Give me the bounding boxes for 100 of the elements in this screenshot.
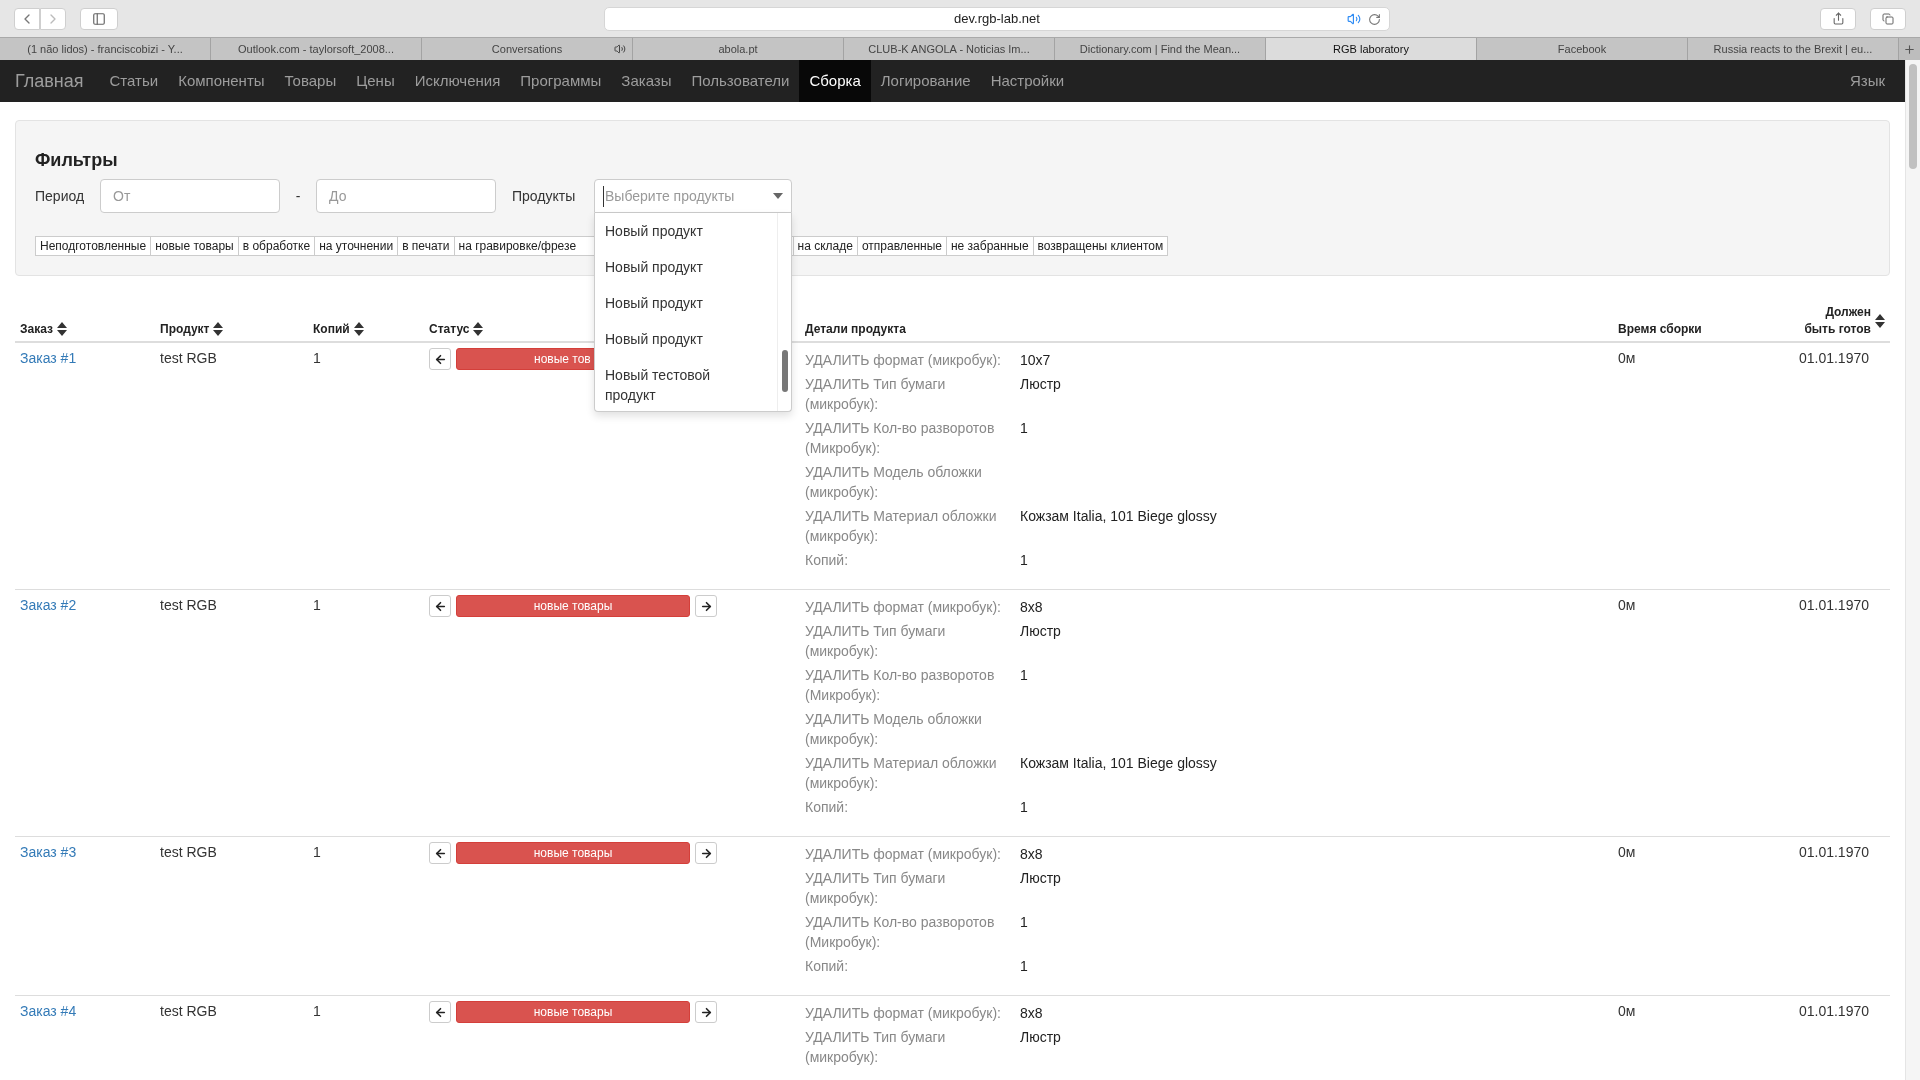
nav-item[interactable]: Товары [274, 60, 347, 102]
detail-label: УДАЛИТЬ формат (микробук): [805, 351, 1002, 370]
browser-tab[interactable]: (1 não lidos) - franciscobizi - Y... [0, 38, 211, 60]
nav-item[interactable]: Программы [510, 60, 612, 102]
detail-value: Люстр [1020, 1028, 1061, 1047]
status-filter-tag[interactable]: отправленные [856, 236, 947, 256]
product-name: test RGB [160, 844, 217, 860]
sort-icon[interactable] [473, 322, 484, 336]
nav-item[interactable]: Сборка [799, 60, 871, 102]
due-date: 01.01.1970 [1798, 350, 1870, 366]
build-time: 0м [1618, 844, 1636, 860]
product-name: test RGB [160, 350, 217, 366]
product-name: test RGB [160, 1003, 217, 1019]
browser-tab[interactable]: Facebook [1477, 38, 1688, 60]
detail-label: УДАЛИТЬ Материал обложки (микробук): [805, 754, 998, 793]
status-button[interactable]: новые товары [456, 842, 690, 864]
detail-value: 8x8 [1020, 1004, 1043, 1023]
column-header: Время сборки [1618, 321, 1702, 338]
caret-icon [773, 193, 783, 199]
tabs-icon[interactable] [1882, 12, 1894, 25]
address-field[interactable]: dev.rgb-lab.net [604, 6, 1390, 31]
due-date: 01.01.1970 [1798, 1003, 1870, 1019]
browser-tab[interactable]: RGB laboratory [1266, 38, 1477, 60]
column-header[interactable]: Должен быть готов [1796, 304, 1885, 338]
product-option[interactable]: Новый продукт [595, 213, 765, 249]
to-field[interactable]: До [316, 179, 496, 213]
nav-item[interactable]: Статьи [99, 60, 169, 102]
detail-label: Копий: [805, 798, 850, 817]
browser-tab[interactable]: abola.pt [633, 38, 844, 60]
detail-label: УДАЛИТЬ формат (микробук): [805, 845, 1002, 864]
column-header[interactable]: Заказ [20, 320, 67, 338]
detail-label: УДАЛИТЬ Кол-во разворотов (Микробук): [805, 666, 996, 705]
detail-label: УДАЛИТЬ Кол-во разворотов (Микробук): [805, 419, 996, 458]
status-button[interactable]: новые товары [456, 595, 690, 617]
detail-label: УДАЛИТЬ Тип бумаги (микробук): [805, 1028, 947, 1067]
browser-tab[interactable]: Dictionary.com | Find the Mean... [1055, 38, 1266, 60]
status-filter-tag[interactable]: в обработке [237, 236, 316, 256]
sort-icon[interactable] [353, 322, 364, 336]
detail-label: УДАЛИТЬ Модель обложки (микробук): [805, 710, 983, 749]
dropdown-scrollbar[interactable] [777, 213, 791, 411]
page-scrollbar[interactable] [1905, 60, 1920, 1080]
copies-count: 1 [313, 844, 321, 860]
detail-value: Кожзам Italia, 101 Biege glossy [1020, 754, 1217, 773]
nav-item[interactable]: Исключения [404, 60, 511, 102]
sidebar-icon[interactable] [92, 11, 106, 26]
nav-item[interactable]: Заказы [611, 60, 682, 102]
speaker-icon[interactable] [614, 43, 626, 55]
status-filter-tag[interactable]: Неподготовленные [35, 236, 152, 256]
order-link[interactable]: Заказ #4 [20, 1003, 77, 1019]
status-filter-tag[interactable]: в печати [397, 236, 455, 256]
detail-label: Копий: [805, 551, 850, 570]
from-field[interactable]: От [100, 179, 280, 213]
sort-icon[interactable] [1875, 314, 1885, 328]
copies-count: 1 [313, 1003, 321, 1019]
status-filter-tag[interactable]: на складе [792, 236, 858, 256]
due-date: 01.01.1970 [1798, 597, 1870, 613]
status-filter-tag[interactable]: не забранные [945, 236, 1034, 256]
order-link[interactable]: Заказ #2 [20, 597, 77, 613]
detail-value: 1 [1020, 666, 1028, 685]
nav-item[interactable]: Настройки [980, 60, 1075, 102]
detail-label: УДАЛИТЬ Модель обложки (микробук): [805, 463, 983, 502]
browser-tab[interactable]: CLUB-K ANGOLA - Noticias Im... [844, 38, 1055, 60]
language-menu[interactable]: Язык [1849, 69, 1885, 93]
detail-value: 1 [1020, 798, 1028, 817]
brand-link[interactable]: Главная [5, 67, 94, 95]
speaker-icon[interactable] [1347, 11, 1361, 26]
browser-tab[interactable]: Outlook.com - taylorsoft_2008... [211, 38, 422, 60]
nav-item[interactable]: Пользователи [681, 60, 800, 102]
sidebar-button[interactable] [80, 7, 118, 30]
detail-label: УДАЛИТЬ формат (микробук): [805, 598, 1002, 617]
status-filter-tag[interactable]: новые товары [150, 236, 239, 256]
reload-icon[interactable] [1368, 12, 1381, 26]
period-label: Период [35, 186, 86, 206]
product-option[interactable]: Новый продукт [595, 285, 765, 321]
nav-item[interactable]: Компоненты [168, 60, 275, 102]
detail-value: Люстр [1020, 869, 1061, 888]
nav-item[interactable]: Логирование [870, 60, 981, 102]
detail-value: 8x8 [1020, 845, 1043, 864]
product-option[interactable]: Новый продукт [595, 249, 765, 285]
build-time: 0м [1618, 1003, 1636, 1019]
browser-tab[interactable]: Conversations [422, 38, 633, 60]
column-header[interactable]: Статус [429, 320, 484, 338]
detail-label: УДАЛИТЬ Тип бумаги (микробук): [805, 375, 947, 414]
order-link[interactable]: Заказ #3 [20, 844, 77, 860]
share-icon[interactable] [1831, 12, 1845, 25]
column-header[interactable]: Копий [313, 320, 364, 338]
detail-value: Кожзам Italia, 101 Biege glossy [1020, 507, 1217, 526]
sort-icon[interactable] [57, 322, 67, 336]
column-header[interactable]: Продукт [160, 320, 224, 338]
status-button[interactable]: новые товары [456, 1001, 690, 1023]
status-filter-tag[interactable]: возвращены клиентом [1032, 236, 1169, 256]
detail-value: 10x7 [1020, 351, 1051, 370]
sort-icon[interactable] [213, 322, 224, 336]
browser-tab[interactable]: Russia reacts to the Brexit | eu... [1688, 38, 1899, 60]
detail-value: 1 [1020, 419, 1028, 438]
nav-item[interactable]: Цены [346, 60, 405, 102]
share-button[interactable] [1820, 7, 1856, 30]
copies-count: 1 [313, 350, 321, 366]
order-link[interactable]: Заказ #1 [20, 350, 77, 366]
status-filter-tag[interactable]: на уточнении [314, 236, 399, 256]
